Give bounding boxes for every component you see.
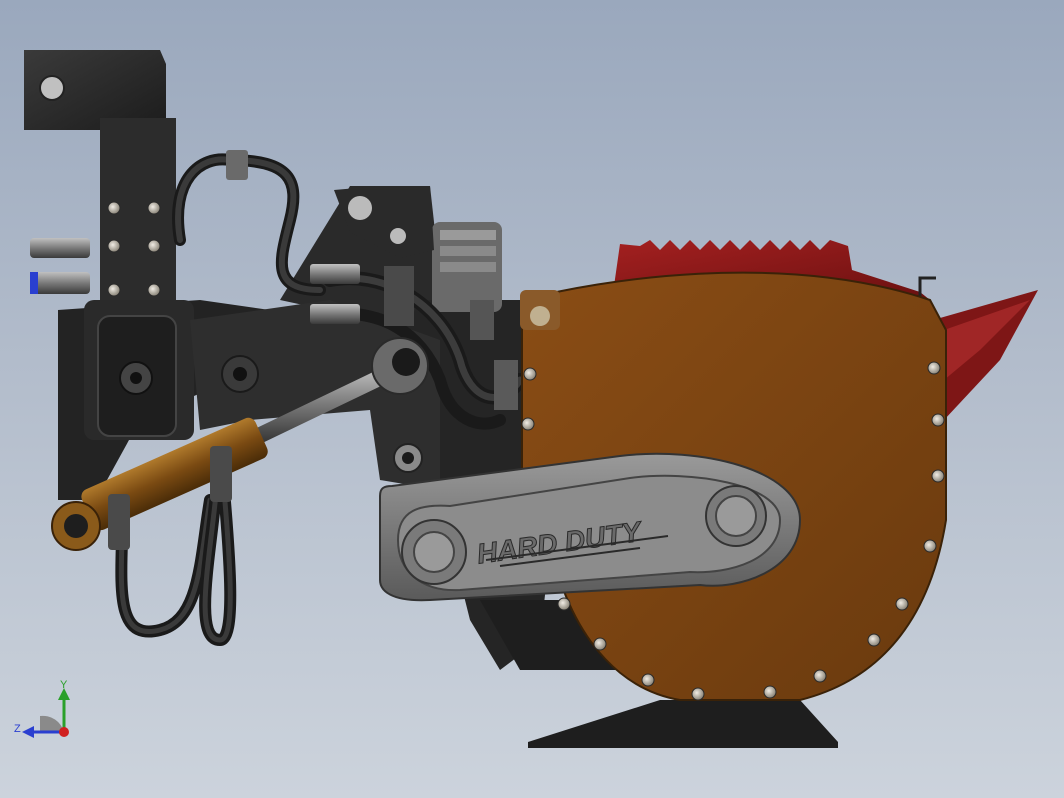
- x-axis-dot: [59, 727, 69, 737]
- skid-plate: [528, 700, 838, 748]
- bolt: [557, 597, 571, 611]
- bolt: [931, 413, 945, 427]
- mulcher-3d-model[interactable]: HARD DUTY: [0, 0, 1064, 798]
- bolt: [923, 539, 937, 553]
- bolt: [107, 239, 121, 253]
- bolt: [931, 469, 945, 483]
- bolt: [895, 597, 909, 611]
- bolt: [691, 687, 705, 701]
- bolt: [813, 669, 827, 683]
- y-axis-label: Y: [60, 679, 68, 691]
- bolt: [521, 417, 535, 431]
- bolt: [641, 673, 655, 687]
- bolt: [927, 361, 941, 375]
- bolt: [763, 685, 777, 699]
- bolt: [147, 201, 161, 215]
- bolt: [867, 633, 881, 647]
- bolt: [107, 283, 121, 297]
- bolt: [593, 637, 607, 651]
- bolt: [147, 283, 161, 297]
- axis-triad: Y Z: [10, 676, 80, 746]
- bolt: [107, 201, 121, 215]
- z-axis-label: Z: [14, 723, 21, 735]
- bolt: [147, 239, 161, 253]
- graphics-viewport[interactable]: HARD DUTY Y Z: [0, 0, 1064, 798]
- bolt: [523, 367, 537, 381]
